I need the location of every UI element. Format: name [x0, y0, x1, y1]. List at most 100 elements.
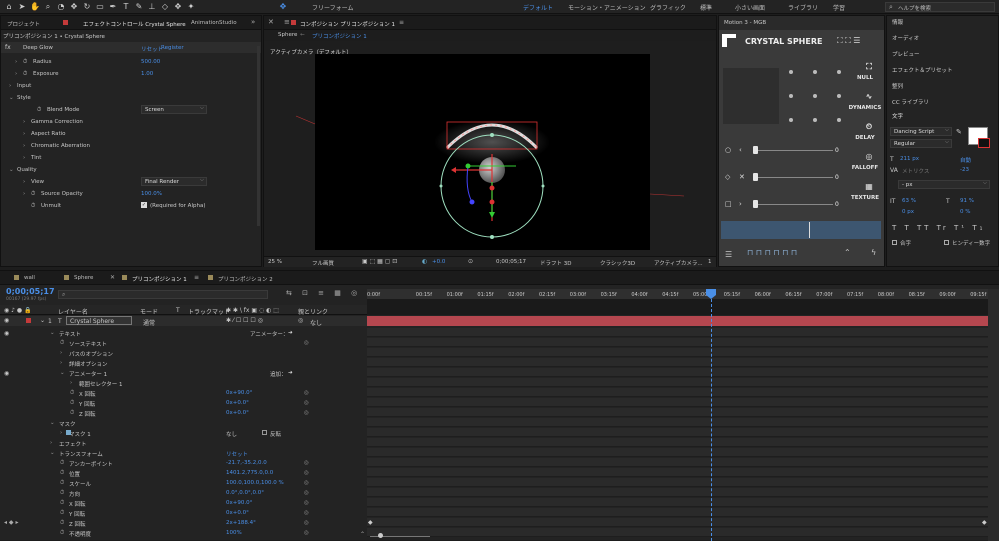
layer-label-color[interactable]	[26, 318, 31, 323]
property-value[interactable]: 100.0,100.0,100.0 %	[226, 480, 284, 486]
tsume-value[interactable]: 0 %	[960, 209, 970, 215]
hscale-value[interactable]: 91 %	[960, 198, 974, 204]
effect-prop-exposure[interactable]: › ⏱ Exposure 1.00	[1, 68, 261, 80]
pickwhip-icon[interactable]: ◎	[304, 480, 309, 486]
exposure-value[interactable]: +0.0	[432, 259, 445, 265]
ligature-checkbox[interactable]	[892, 240, 897, 245]
add-icon[interactable]: ➜	[288, 330, 293, 336]
brush-icon[interactable]: ✎	[134, 2, 144, 12]
texture-icon[interactable]: ▦	[857, 182, 881, 191]
font-select[interactable]: Dancing Script	[890, 127, 952, 136]
stopwatch-icon[interactable]: ⏱	[31, 203, 35, 210]
layer-duration-bar[interactable]	[367, 316, 988, 326]
chevron-up-icon[interactable]: ⌃	[844, 248, 851, 257]
keyframe-marker[interactable]: ◆	[982, 519, 987, 526]
camera-snapshot-icon[interactable]: ⊙	[468, 258, 473, 265]
draft-3d-toggle[interactable]: ドラフト 3D	[540, 259, 571, 267]
anchor-point-2-1[interactable]	[837, 94, 841, 98]
tab-precomp-2[interactable]: プリコンポジション 2	[218, 275, 273, 283]
property-track[interactable]	[367, 508, 988, 517]
falloff-button[interactable]: FALLOFF	[845, 165, 885, 171]
anchor-point-1-1[interactable]	[813, 94, 817, 98]
camera-select[interactable]: アクティブカメラ...	[654, 259, 703, 267]
anchor-point-1-0[interactable]	[813, 70, 817, 74]
slider-knob[interactable]	[753, 146, 758, 154]
anchor-point-1-2[interactable]	[813, 118, 817, 122]
property-row[interactable]: › パスのオプション	[0, 348, 367, 358]
col-layer-name[interactable]: レイヤー名	[58, 307, 88, 316]
rect-icon[interactable]: ▭	[95, 2, 105, 12]
scrollbar[interactable]	[257, 46, 260, 226]
twirl-closed-icon[interactable]: ›	[60, 360, 62, 366]
effect-prop-style[interactable]: ⌄ Style	[1, 92, 261, 104]
property-row[interactable]: ⏱ 不透明度 100% ◎	[0, 528, 367, 538]
effect-prop-quality[interactable]: ⌄ Quality	[1, 164, 261, 176]
col-trackmatte[interactable]: トラックマット	[188, 307, 230, 316]
exposure-icon[interactable]: ◐	[422, 258, 427, 265]
property-row[interactable]: › 範囲セレクター 1	[0, 378, 367, 388]
layer-parent[interactable]: なし	[310, 318, 322, 327]
slider-shape-icon[interactable]: ◇	[725, 173, 730, 181]
checkbox[interactable]: ✓	[141, 202, 147, 208]
pickwhip-icon[interactable]: ◎	[298, 317, 303, 324]
property-track[interactable]	[367, 338, 988, 347]
pickwhip-icon[interactable]: ◎	[304, 340, 309, 346]
property-track[interactable]	[367, 428, 988, 437]
invert-checkbox[interactable]	[262, 430, 267, 435]
slider-shape-icon[interactable]: ○	[725, 146, 731, 154]
twirl-closed-icon[interactable]: ›	[50, 440, 52, 446]
zoom-slider[interactable]: ⌃	[360, 531, 460, 539]
twirl-closed-icon[interactable]: ›	[23, 179, 25, 185]
layer-switches[interactable]: ✱ ⁄ ☐ ☐ ☐ ◎	[226, 317, 263, 324]
property-row[interactable]: ⏱ Y 回転 0x+0.0° ◎	[0, 398, 367, 408]
property-value[interactable]: なし	[226, 430, 237, 438]
null-icon[interactable]: ⛶	[857, 62, 881, 72]
property-value[interactable]: 1401.2,775.0,0.0	[226, 470, 273, 476]
property-row[interactable]: ⏱ 方向 0.0°,0.0°,0.0° ◎	[0, 488, 367, 498]
pickwhip-icon[interactable]: ◎	[304, 520, 309, 526]
layer-row[interactable]: ◉ ⌄ 1 T Crystal Sphere 通常 ✱ ⁄ ☐ ☐ ☐ ◎ ◎ …	[0, 316, 367, 327]
property-track[interactable]	[367, 418, 988, 427]
stopwatch-icon[interactable]: ⏱	[60, 530, 64, 537]
anchor-point-0-2[interactable]	[789, 118, 793, 122]
effect-prop-blend-mode[interactable]: ⏱ Blend Mode Screen	[1, 104, 261, 116]
twirl-open-icon[interactable]: ⌄	[60, 370, 65, 376]
twirl-open-icon[interactable]: ⌄	[40, 317, 45, 324]
timeline-scrollbar[interactable]	[988, 289, 999, 541]
effect-prop-value[interactable]: 500.00	[141, 59, 160, 65]
grid-icons[interactable]: ▣ ⬚ ▦ ▢ ⊡	[362, 258, 397, 265]
motion-slider[interactable]	[753, 177, 833, 178]
slider-knob[interactable]	[753, 200, 758, 208]
property-track[interactable]	[367, 448, 988, 457]
dynamics-button[interactable]: DYNAMICS	[845, 105, 885, 111]
stopwatch-icon[interactable]: ⏱	[60, 340, 64, 347]
twirl-open-icon[interactable]: ⌄	[9, 95, 14, 101]
delay-button[interactable]: DELAY	[845, 135, 885, 141]
eraser-icon[interactable]: ◇	[160, 2, 170, 12]
property-value[interactable]: 2x+188.4°	[226, 520, 256, 526]
twirl-closed-icon[interactable]: ›	[9, 83, 11, 89]
tab-wall[interactable]: wall	[24, 275, 35, 281]
property-track[interactable]	[367, 378, 988, 387]
stopwatch-icon[interactable]: ⏱	[60, 470, 64, 477]
property-track[interactable]	[367, 458, 988, 467]
eye-icon[interactable]: ◉	[4, 370, 9, 377]
panel-cc-library[interactable]: CC ライブラリ	[892, 98, 929, 106]
property-value[interactable]: 0x+0.0°	[226, 510, 249, 516]
twirl-open-icon[interactable]: ⌄	[50, 450, 55, 456]
workspace-small[interactable]: 小さい画面	[735, 3, 765, 12]
vscale-value[interactable]: 63 %	[902, 198, 916, 204]
close-tab-icon[interactable]: ✕	[110, 274, 115, 281]
panel-audio[interactable]: オーディオ	[892, 34, 919, 42]
texture-button[interactable]: TEXTURE	[845, 195, 885, 201]
views-select[interactable]: 1	[708, 259, 712, 265]
register-link[interactable]: Register	[161, 45, 184, 51]
anchor-point-0-1[interactable]	[789, 94, 793, 98]
stopwatch-icon[interactable]: ⏱	[60, 500, 64, 507]
stroke-color-swatch[interactable]	[978, 138, 990, 148]
property-track[interactable]	[367, 388, 988, 397]
effect-row-deep-glow[interactable]: fx Deep Glow リセット Register	[1, 42, 261, 53]
property-track[interactable]	[367, 478, 988, 487]
pickwhip-icon[interactable]: ◎	[304, 470, 309, 476]
help-search[interactable]: ⌕ ヘルプを検索	[885, 2, 995, 12]
